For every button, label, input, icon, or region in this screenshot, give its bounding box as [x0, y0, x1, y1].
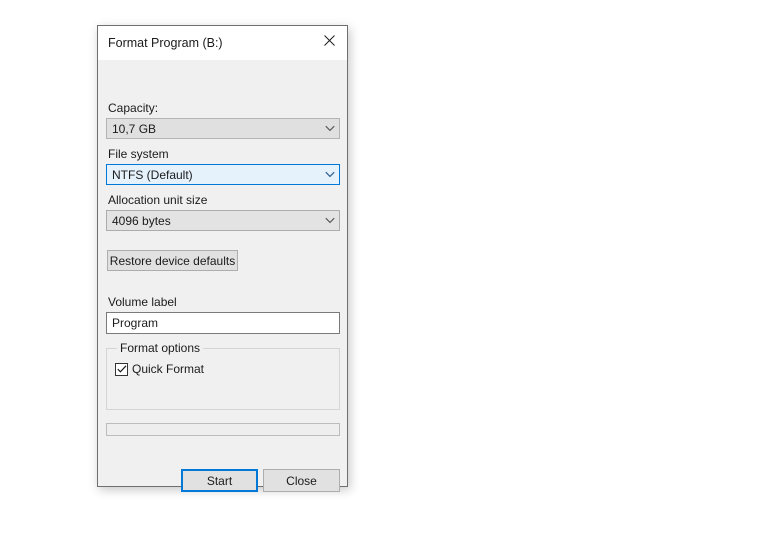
dialog-titlebar: Format Program (B:)	[98, 26, 347, 60]
allocation-unit-dropdown[interactable]: 4096 bytes	[106, 210, 340, 231]
format-options-group: Format options Quick Format	[106, 341, 340, 410]
capacity-value: 10,7 GB	[112, 121, 157, 136]
dialog-title: Format Program (B:)	[108, 36, 223, 50]
quick-format-label: Quick Format	[132, 362, 205, 376]
file-system-dropdown[interactable]: NTFS (Default)	[106, 164, 340, 185]
chevron-down-icon	[321, 119, 339, 138]
volume-label-input[interactable]	[106, 312, 340, 334]
capacity-dropdown[interactable]: 10,7 GB	[106, 118, 340, 139]
checkmark-icon[interactable]	[115, 362, 128, 376]
close-icon[interactable]	[311, 26, 347, 54]
chevron-down-icon	[321, 165, 339, 184]
format-options-legend: Format options	[117, 341, 204, 355]
format-dialog: Format Program (B:) Capacity: 10,7 GB Fi…	[97, 25, 348, 492]
file-system-value: NTFS (Default)	[112, 167, 193, 182]
file-system-label: File system	[108, 147, 169, 161]
allocation-unit-value: 4096 bytes	[112, 213, 171, 228]
dialog-body: Capacity: 10,7 GB File system NTFS (Defa…	[98, 60, 347, 492]
start-button[interactable]: Start	[181, 469, 258, 492]
chevron-down-icon	[321, 211, 339, 230]
allocation-unit-label: Allocation unit size	[108, 193, 208, 207]
volume-label-label: Volume label	[108, 295, 177, 309]
format-progress-bar	[106, 423, 340, 436]
capacity-label: Capacity:	[108, 101, 159, 115]
close-button[interactable]: Close	[263, 469, 340, 492]
quick-format-checkbox-row[interactable]: Quick Format	[115, 362, 204, 376]
restore-device-defaults-button[interactable]: Restore device defaults	[107, 250, 238, 271]
